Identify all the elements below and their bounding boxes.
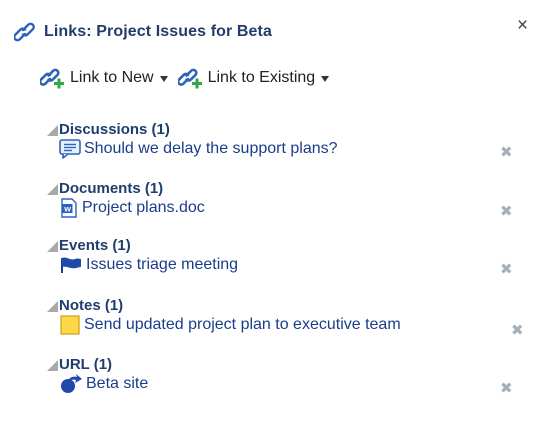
section-title: Documents (1) (59, 179, 164, 197)
collapse-triangle-icon[interactable] (47, 300, 58, 312)
remove-icon[interactable]: ✖ (500, 262, 513, 278)
chevron-down-icon (159, 76, 168, 82)
section-header[interactable]: Events (1) (47, 236, 238, 254)
section-title: Discussions (1) (59, 120, 170, 138)
section-notes: Notes (1) Send updated project plan to e… (47, 296, 401, 336)
remove-icon[interactable]: ✖ (500, 204, 513, 220)
list-item[interactable]: Beta site (59, 373, 148, 395)
list-item[interactable]: Should we delay the support plans? (59, 138, 338, 160)
section-header[interactable]: Notes (1) (47, 296, 401, 314)
discussion-icon (59, 139, 81, 159)
url-link[interactable]: Beta site (86, 375, 148, 393)
remove-icon[interactable]: ✖ (500, 381, 513, 397)
remove-icon[interactable]: ✖ (511, 323, 524, 339)
close-button[interactable]: × (517, 16, 528, 36)
link-to-existing-button[interactable]: Link to Existing (177, 66, 330, 90)
chevron-down-icon (321, 76, 330, 82)
link-to-existing-label: Link to Existing (207, 69, 316, 86)
collapse-triangle-icon[interactable] (47, 359, 58, 371)
word-doc-icon: w (59, 198, 79, 218)
flag-icon (59, 256, 83, 274)
section-title: URL (1) (59, 355, 113, 373)
link-to-new-label: Link to New (70, 69, 154, 86)
link-to-new-button[interactable]: Link to New (40, 66, 168, 90)
list-item[interactable]: Issues triage meeting (59, 254, 238, 276)
chain-link-icon (14, 21, 38, 43)
event-link[interactable]: Issues triage meeting (86, 256, 238, 274)
collapse-triangle-icon[interactable] (47, 183, 58, 195)
list-item[interactable]: w Project plans.doc (59, 197, 205, 219)
url-arrow-icon (59, 374, 83, 394)
section-title: Events (1) (59, 236, 131, 254)
collapse-triangle-icon[interactable] (47, 240, 58, 252)
toolbar: Link to New Link to Existing (40, 66, 339, 90)
links-panel: Links: Project Issues for Beta × Link to… (0, 0, 537, 446)
collapse-triangle-icon[interactable] (47, 124, 58, 136)
svg-text:w: w (63, 204, 71, 214)
discussion-link[interactable]: Should we delay the support plans? (84, 140, 338, 158)
link-add-icon (40, 66, 66, 90)
note-icon (59, 314, 81, 336)
section-header[interactable]: Discussions (1) (47, 120, 338, 138)
section-events: Events (1) Issues triage meeting (47, 236, 238, 276)
document-link[interactable]: Project plans.doc (82, 199, 205, 217)
panel-title: Links: Project Issues for Beta (44, 23, 272, 40)
section-title: Notes (1) (59, 296, 124, 314)
section-url: URL (1) Beta site (47, 355, 148, 395)
remove-icon[interactable]: ✖ (500, 145, 513, 161)
section-discussions: Discussions (1) Should we delay the supp… (47, 120, 338, 160)
section-documents: Documents (1) w Project plans.doc (47, 179, 205, 219)
section-header[interactable]: Documents (1) (47, 179, 205, 197)
link-existing-icon (177, 66, 204, 90)
list-item[interactable]: Send updated project plan to executive t… (59, 314, 401, 336)
note-link[interactable]: Send updated project plan to executive t… (84, 316, 401, 334)
section-header[interactable]: URL (1) (47, 355, 148, 373)
panel-header: Links: Project Issues for Beta (14, 20, 272, 44)
